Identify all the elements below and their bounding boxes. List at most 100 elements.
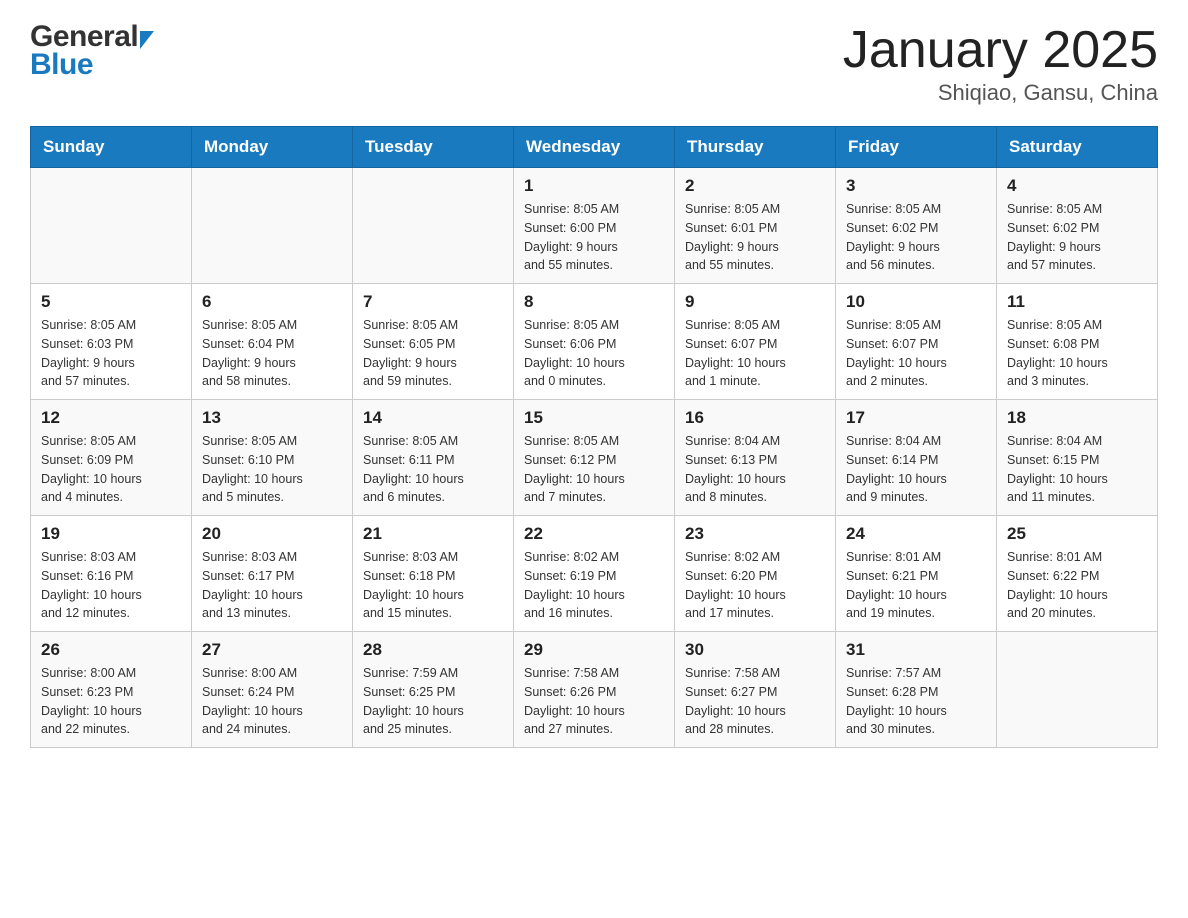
calendar-cell: 18Sunrise: 8:04 AMSunset: 6:15 PMDayligh… [997,400,1158,516]
day-header-sunday: Sunday [31,127,192,168]
day-info: Sunrise: 8:05 AMSunset: 6:07 PMDaylight:… [846,316,986,391]
day-info: Sunrise: 8:05 AMSunset: 6:10 PMDaylight:… [202,432,342,507]
calendar-cell: 13 Sunrise: 8:05 AMSunset: 6:10 PMDayligh… [192,400,353,516]
day-header-friday: Friday [836,127,997,168]
calendar-cell: 23Sunrise: 8:02 AMSunset: 6:20 PMDayligh… [675,516,836,632]
calendar-cell [997,632,1158,748]
day-header-saturday: Saturday [997,127,1158,168]
day-number: 11 [1007,292,1147,312]
calendar-cell: 26 Sunrise: 8:00 AMSunset: 6:23 PMDayligh… [31,632,192,748]
day-info: Sunrise: 8:05 AMSunset: 6:01 PMDaylight:… [685,200,825,275]
day-number: 28 [363,640,503,660]
calendar-cell: 27 Sunrise: 8:00 AMSunset: 6:24 PMDayligh… [192,632,353,748]
day-number: 23 [685,524,825,544]
calendar-body: 1Sunrise: 8:05 AMSunset: 6:00 PMDaylight… [31,168,1158,748]
calendar-cell: 21 Sunrise: 8:03 AMSunset: 6:18 PMDayligh… [353,516,514,632]
calendar-subtitle: Shiqiao, Gansu, China [843,80,1158,106]
day-number: 21 [363,524,503,544]
day-info: Sunrise: 8:03 AMSunset: 6:16 PMDaylight:… [41,548,181,623]
day-number: 18 [1007,408,1147,428]
day-number: 30 [685,640,825,660]
week-row-5: 26 Sunrise: 8:00 AMSunset: 6:23 PMDayligh… [31,632,1158,748]
day-number: 27 [202,640,342,660]
calendar-header: SundayMondayTuesdayWednesdayThursdayFrid… [31,127,1158,168]
day-number: 19 [41,524,181,544]
week-row-4: 19 Sunrise: 8:03 AMSunset: 6:16 PMDayligh… [31,516,1158,632]
day-info: Sunrise: 8:05 AMSunset: 6:12 PMDaylight:… [524,432,664,507]
day-info: Sunrise: 8:05 AMSunset: 6:07 PMDaylight:… [685,316,825,391]
day-number: 3 [846,176,986,196]
day-info: Sunrise: 8:05 AMSunset: 6:02 PMDaylight:… [846,200,986,275]
day-number: 6 [202,292,342,312]
calendar-cell: 9 Sunrise: 8:05 AMSunset: 6:07 PMDaylight… [675,284,836,400]
day-number: 4 [1007,176,1147,196]
day-info: Sunrise: 7:59 AMSunset: 6:25 PMDaylight:… [363,664,503,739]
day-info: Sunrise: 8:05 AMSunset: 6:11 PMDaylight:… [363,432,503,507]
day-number: 24 [846,524,986,544]
day-number: 5 [41,292,181,312]
week-row-1: 1Sunrise: 8:05 AMSunset: 6:00 PMDaylight… [31,168,1158,284]
day-info: Sunrise: 8:00 AMSunset: 6:23 PMDaylight:… [41,664,181,739]
day-number: 14 [363,408,503,428]
day-number: 9 [685,292,825,312]
day-info: Sunrise: 8:00 AMSunset: 6:24 PMDaylight:… [202,664,342,739]
calendar-cell: 6 Sunrise: 8:05 AMSunset: 6:04 PMDaylight… [192,284,353,400]
calendar-cell: 28 Sunrise: 7:59 AMSunset: 6:25 PMDayligh… [353,632,514,748]
day-info: Sunrise: 8:05 AMSunset: 6:06 PMDaylight:… [524,316,664,391]
calendar-cell [192,168,353,284]
calendar-cell: 3 Sunrise: 8:05 AMSunset: 6:02 PMDaylight… [836,168,997,284]
page-header: General Blue January 2025 Shiqiao, Gansu… [30,20,1158,106]
logo-arrow-icon [140,31,154,49]
calendar-cell: 31 Sunrise: 7:57 AMSunset: 6:28 PMDayligh… [836,632,997,748]
day-number: 26 [41,640,181,660]
day-number: 20 [202,524,342,544]
day-info: Sunrise: 8:01 AMSunset: 6:21 PMDaylight:… [846,548,986,623]
day-info: Sunrise: 8:02 AMSunset: 6:19 PMDaylight:… [524,548,664,623]
day-number: 12 [41,408,181,428]
logo-text-blue: Blue [30,48,93,82]
calendar-cell: 2 Sunrise: 8:05 AMSunset: 6:01 PMDaylight… [675,168,836,284]
calendar-cell: 4 Sunrise: 8:05 AMSunset: 6:02 PMDaylight… [997,168,1158,284]
calendar-cell: 17Sunrise: 8:04 AMSunset: 6:14 PMDayligh… [836,400,997,516]
calendar-cell: 14 Sunrise: 8:05 AMSunset: 6:11 PMDayligh… [353,400,514,516]
day-info: Sunrise: 8:05 AMSunset: 6:05 PMDaylight:… [363,316,503,391]
day-number: 15 [524,408,664,428]
day-info: Sunrise: 8:05 AMSunset: 6:00 PMDaylight:… [524,200,664,275]
calendar-cell: 20 Sunrise: 8:03 AMSunset: 6:17 PMDayligh… [192,516,353,632]
day-number: 7 [363,292,503,312]
day-number: 16 [685,408,825,428]
calendar-cell: 24 Sunrise: 8:01 AMSunset: 6:21 PMDayligh… [836,516,997,632]
day-number: 10 [846,292,986,312]
week-row-2: 5Sunrise: 8:05 AMSunset: 6:03 PMDaylight… [31,284,1158,400]
day-number: 2 [685,176,825,196]
day-header-wednesday: Wednesday [514,127,675,168]
title-section: January 2025 Shiqiao, Gansu, China [843,20,1158,106]
day-info: Sunrise: 7:57 AMSunset: 6:28 PMDaylight:… [846,664,986,739]
day-info: Sunrise: 7:58 AMSunset: 6:27 PMDaylight:… [685,664,825,739]
day-header-tuesday: Tuesday [353,127,514,168]
calendar-table: SundayMondayTuesdayWednesdayThursdayFrid… [30,126,1158,748]
logo: General Blue [30,20,154,82]
day-number: 8 [524,292,664,312]
day-number: 29 [524,640,664,660]
calendar-cell: 7 Sunrise: 8:05 AMSunset: 6:05 PMDaylight… [353,284,514,400]
calendar-cell: 22Sunrise: 8:02 AMSunset: 6:19 PMDayligh… [514,516,675,632]
calendar-title: January 2025 [843,20,1158,80]
day-info: Sunrise: 8:05 AMSunset: 6:09 PMDaylight:… [41,432,181,507]
calendar-cell: 5Sunrise: 8:05 AMSunset: 6:03 PMDaylight… [31,284,192,400]
calendar-cell: 11Sunrise: 8:05 AMSunset: 6:08 PMDayligh… [997,284,1158,400]
calendar-cell: 12 Sunrise: 8:05 AMSunset: 6:09 PMDayligh… [31,400,192,516]
calendar-cell: 30 Sunrise: 7:58 AMSunset: 6:27 PMDayligh… [675,632,836,748]
day-header-monday: Monday [192,127,353,168]
day-info: Sunrise: 8:04 AMSunset: 6:14 PMDaylight:… [846,432,986,507]
day-info: Sunrise: 8:05 AMSunset: 6:02 PMDaylight:… [1007,200,1147,275]
calendar-cell: 19 Sunrise: 8:03 AMSunset: 6:16 PMDayligh… [31,516,192,632]
day-number: 31 [846,640,986,660]
day-info: Sunrise: 8:03 AMSunset: 6:17 PMDaylight:… [202,548,342,623]
day-header-row: SundayMondayTuesdayWednesdayThursdayFrid… [31,127,1158,168]
calendar-cell: 8 Sunrise: 8:05 AMSunset: 6:06 PMDaylight… [514,284,675,400]
day-info: Sunrise: 7:58 AMSunset: 6:26 PMDaylight:… [524,664,664,739]
day-info: Sunrise: 8:05 AMSunset: 6:04 PMDaylight:… [202,316,342,391]
day-number: 13 [202,408,342,428]
day-info: Sunrise: 8:03 AMSunset: 6:18 PMDaylight:… [363,548,503,623]
